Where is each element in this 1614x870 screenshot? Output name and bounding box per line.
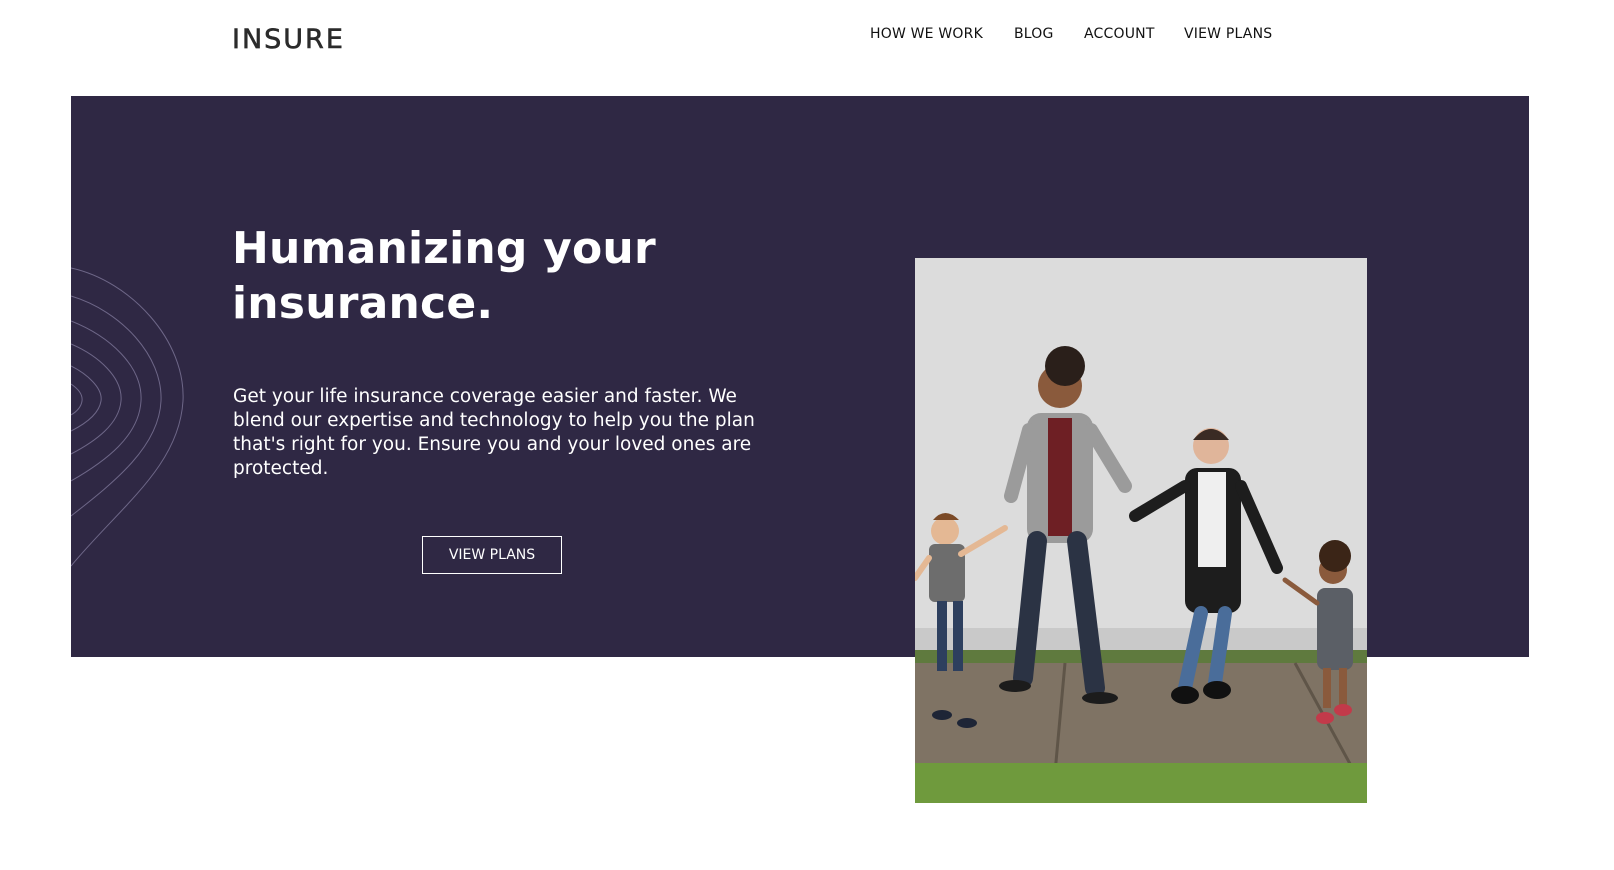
nav-how-we-work[interactable]: HOW WE WORK: [870, 26, 983, 42]
view-plans-button[interactable]: VIEW PLANS: [422, 536, 562, 574]
contour-rings-decoration: [71, 267, 184, 567]
hero-title-line-1: Humanizing your: [232, 223, 656, 274]
nav-blog[interactable]: BLOG: [1014, 26, 1054, 42]
hero-title: Humanizing your insurance.: [232, 221, 656, 331]
nav-view-plans[interactable]: VIEW PLANS: [1184, 26, 1272, 42]
family-photo-illustration: [915, 258, 1367, 803]
hero-title-line-2: insurance.: [232, 278, 494, 329]
nav-account[interactable]: ACCOUNT: [1084, 26, 1155, 42]
hero-description: Get your life insurance coverage easier …: [233, 386, 755, 479]
family-photo: [915, 258, 1367, 803]
main-nav: HOW WE WORK BLOG ACCOUNT VIEW PLANS: [0, 26, 1614, 48]
